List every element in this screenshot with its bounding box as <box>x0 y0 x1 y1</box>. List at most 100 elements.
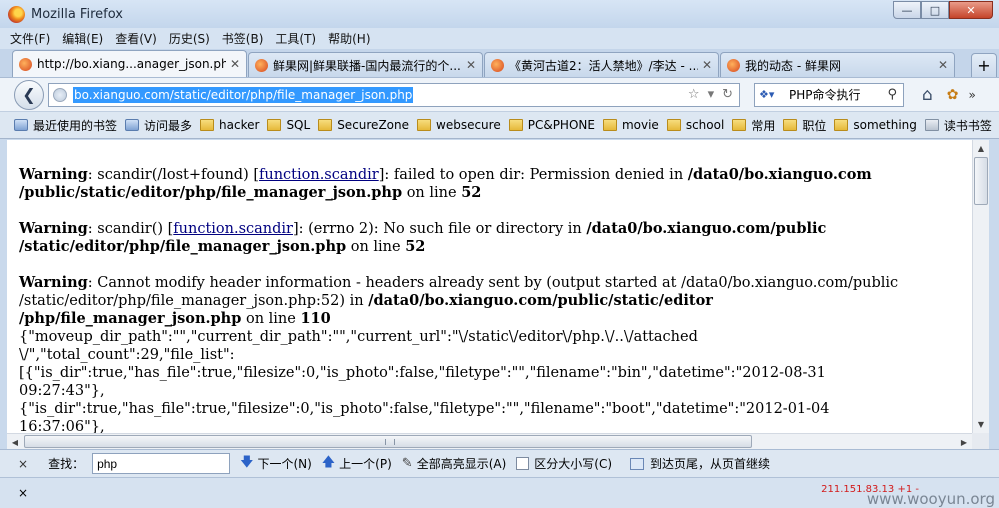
bookmark-folder-jobs[interactable]: 职位 <box>783 117 826 134</box>
close-window-button[interactable]: ✕ <box>949 1 993 19</box>
warning-3-line-1: Warning: Cannot modify header informatio… <box>19 274 972 292</box>
horizontal-scroll-thumb[interactable] <box>24 435 752 448</box>
bookmark-folder-websecure[interactable]: websecure <box>417 118 501 132</box>
tab-close-icon[interactable]: ✕ <box>230 57 240 71</box>
scroll-down-icon[interactable]: ▼ <box>973 416 989 433</box>
search-engine-icon[interactable]: ❖▾ <box>759 88 785 101</box>
menu-tools[interactable]: 工具(T) <box>275 30 316 47</box>
dropdown-arrow-icon[interactable]: ▾ <box>708 87 715 102</box>
find-close-icon[interactable]: × <box>18 457 28 471</box>
back-button[interactable]: ❮ <box>14 79 44 110</box>
search-box[interactable]: ❖▾ PHP命令执行 ⚲ <box>754 82 904 107</box>
url-text[interactable]: bo.xianguo.com/static/editor/php/file_ma… <box>73 86 414 103</box>
new-tab-button[interactable]: + <box>971 53 997 77</box>
warning-path: /data0/bo.xianguo.com/public <box>586 220 827 237</box>
bookmark-folder-something[interactable]: something <box>834 118 917 132</box>
tab-huanghe-gudao[interactable]: 《黄河古道2：活人禁地》/李达 - ... ✕ <box>484 52 719 77</box>
menu-help[interactable]: 帮助(H) <box>328 30 370 47</box>
find-next-button[interactable]: 🡇 下一个(N) <box>240 453 312 475</box>
match-case-checkbox[interactable]: 区分大小写(C) <box>516 455 612 472</box>
reload-icon[interactable]: ↻ <box>722 87 733 102</box>
folder-icon <box>267 119 282 131</box>
bookmark-folder-common[interactable]: 常用 <box>732 117 775 134</box>
menu-edit[interactable]: 编辑(E) <box>62 30 103 47</box>
vertical-scrollbar[interactable]: ▲ ▼ <box>972 140 989 433</box>
folder-icon <box>602 119 617 131</box>
warning-2-line-1: Warning: scandir() [function.scandir]: (… <box>19 220 972 238</box>
tab-close-icon[interactable]: ✕ <box>938 58 948 72</box>
find-input[interactable] <box>92 453 231 474</box>
vertical-scroll-thumb[interactable] <box>974 157 988 205</box>
scroll-left-icon[interactable]: ◀ <box>7 434 23 450</box>
bookmark-star-icon[interactable]: ☆ <box>688 87 700 102</box>
bookmark-reading[interactable]: 读书书签 <box>924 117 992 134</box>
bookmark-folder-sql[interactable]: SQL <box>267 118 310 132</box>
watermark-text: www.wooyun.org <box>866 490 995 508</box>
toolbar-overflow-icon[interactable]: » <box>969 88 976 102</box>
find-bar: × 查找： 🡇 下一个(N) 🡅 上一个(P) ✎ 全部高亮显示(A) 区分大小… <box>0 449 999 477</box>
bookmark-most-visited[interactable]: 访问最多 <box>125 117 192 134</box>
function-scandir-link[interactable]: function.scandir <box>173 221 293 237</box>
warning-line-number: 52 <box>461 184 482 201</box>
home-icon[interactable]: ⌂ <box>922 85 933 105</box>
xianguo-favicon-icon <box>491 58 504 72</box>
menu-file[interactable]: 文件(F) <box>10 30 50 47</box>
bookmark-folder-movie[interactable]: movie <box>602 118 659 132</box>
tab-xianguo-home[interactable]: 鲜果网|鲜果联播-国内最流行的个... ✕ <box>248 52 483 77</box>
folder-icon <box>417 119 431 131</box>
addon-bar-close-icon[interactable]: × <box>18 486 28 500</box>
firefox-logo-icon <box>8 5 25 23</box>
search-input[interactable]: PHP命令执行 <box>789 86 861 103</box>
tab-close-icon[interactable]: ✕ <box>702 58 712 72</box>
checkbox-box[interactable] <box>516 457 530 470</box>
tab-label: 鲜果网|鲜果联播-国内最流行的个... <box>273 58 461 73</box>
search-icon[interactable]: ⚲ <box>887 87 897 102</box>
minimize-button[interactable]: — <box>893 1 921 19</box>
menu-view[interactable]: 查看(V) <box>115 30 157 47</box>
tab-close-icon[interactable]: ✕ <box>466 58 476 72</box>
xianguo-favicon-icon <box>727 58 740 72</box>
bookmark-folder-securezone[interactable]: SecureZone <box>318 118 409 132</box>
scroll-right-icon[interactable]: ▶ <box>956 434 972 450</box>
find-previous-label: 上一个(P) <box>339 457 392 471</box>
tab-label: 《黄河古道2：活人禁地》/李达 - ... <box>509 58 698 73</box>
json-output-line: {"moveup_dir_path":"","current_dir_path"… <box>19 329 698 345</box>
tab-strip: http://bo.xiang...anager_json.php ✕ 鲜果网|… <box>0 49 999 77</box>
menu-bookmarks[interactable]: 书签(B) <box>222 30 264 47</box>
page-content: Warning: scandir(/lost+found) [function.… <box>7 140 972 433</box>
status-bar: × 211.151.83.13 +1 - www.wooyun.org <box>0 477 999 508</box>
addon-bee-icon[interactable]: ✿ <box>947 87 959 103</box>
bookmark-folder-pc-phone[interactable]: PC&PHONE <box>508 118 595 132</box>
highlight-all-button[interactable]: ✎ 全部高亮显示(A) <box>402 455 506 472</box>
url-bar[interactable]: bo.xianguo.com/static/editor/php/file_ma… <box>48 82 740 107</box>
json-output-line: \/","total_count":29,"file_list": <box>19 347 235 363</box>
highlighter-icon: ✎ <box>401 456 413 471</box>
warning-1-line-2: /public/static/editor/php/file_manager_j… <box>19 184 972 202</box>
warning-text: : Cannot modify header information - hea… <box>87 275 899 291</box>
function-scandir-link[interactable]: function.scandir <box>259 167 379 183</box>
bookmark-recent[interactable]: 最近使用的书签 <box>14 117 117 134</box>
warning-3-line-3: /php/file_manager_json.php on line 110 <box>19 310 972 328</box>
scrollbar-corner <box>972 433 989 449</box>
maximize-button[interactable]: □ <box>921 1 949 19</box>
title-bar: Mozilla Firefox — □ ✕ <box>0 0 999 28</box>
scroll-up-icon[interactable]: ▲ <box>973 140 989 157</box>
warning-text: /static/editor/php/file_manager_json.php… <box>19 293 369 309</box>
json-output-line: 16:37:06"}, <box>19 419 105 433</box>
horizontal-scrollbar[interactable]: ◀ ▶ <box>7 433 972 449</box>
warning-path: /php/file_manager_json.php <box>19 310 242 327</box>
warning-1-line-1: Warning: scandir(/lost+found) [function.… <box>19 166 972 184</box>
menu-history[interactable]: 历史(S) <box>169 30 210 47</box>
folder-icon <box>200 119 215 131</box>
bookmark-label: 访问最多 <box>144 118 193 133</box>
site-identity-icon[interactable] <box>53 87 67 102</box>
bookmark-label: 最近使用的书签 <box>33 118 118 133</box>
tab-file-manager-json[interactable]: http://bo.xiang...anager_json.php ✕ <box>12 50 247 77</box>
find-previous-button[interactable]: 🡅 上一个(P) <box>322 453 392 475</box>
warning-label: Warning <box>19 220 88 237</box>
tab-my-activity[interactable]: 我的动态 - 鲜果网 ✕ <box>720 52 955 77</box>
warning-text: on line <box>346 239 406 255</box>
warning-label: Warning <box>19 274 88 291</box>
bookmark-folder-school[interactable]: school <box>666 118 724 132</box>
bookmark-folder-hacker[interactable]: hacker <box>200 118 259 132</box>
